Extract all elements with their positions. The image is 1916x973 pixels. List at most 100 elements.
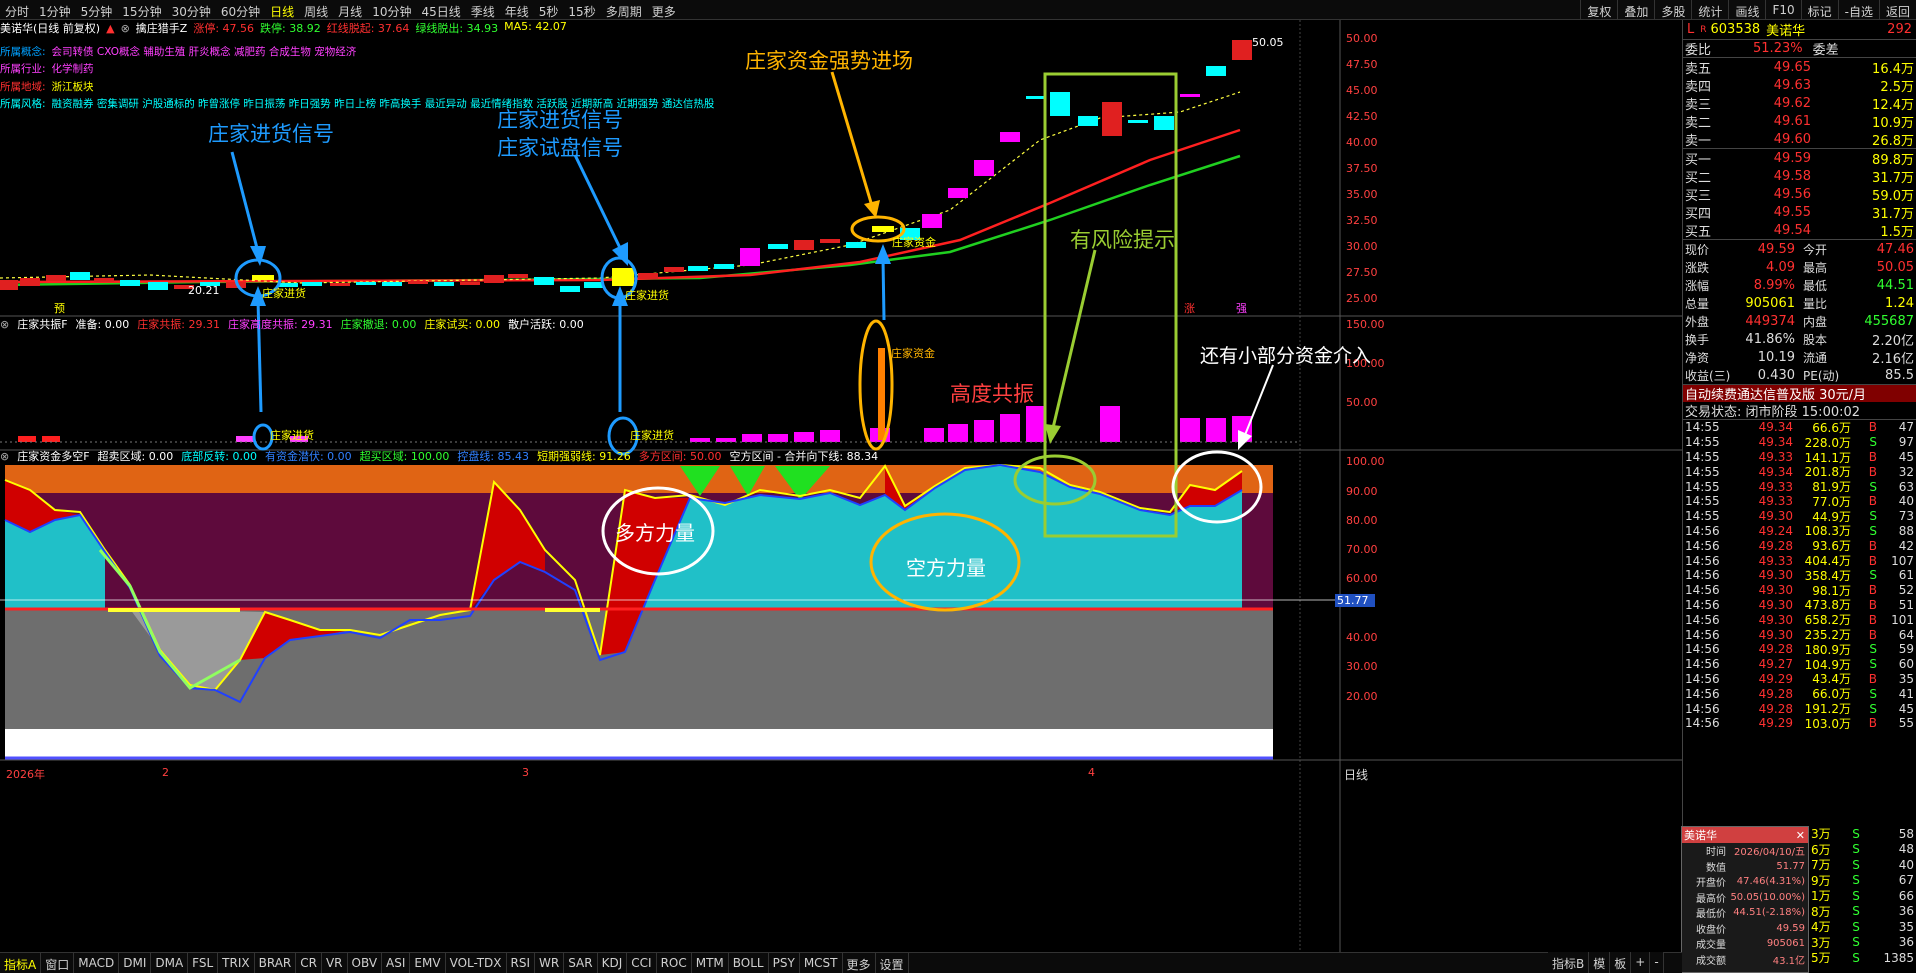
tool-button[interactable]: 统计: [1691, 0, 1728, 20]
promo-banner[interactable]: 自动续费通达信普及版 30元/月: [1683, 384, 1916, 403]
period-tab[interactable]: 周线: [299, 0, 333, 20]
tick-count: 35: [1898, 919, 1914, 934]
signal-label: 庄家进货: [630, 428, 674, 442]
period-tab[interactable]: 年线: [500, 0, 534, 20]
period-tab[interactable]: 15分钟: [117, 0, 166, 20]
chart-area[interactable]: 50.00 47.50 45.00 42.50 40.00 37.50 35.00 32.50…: [0, 20, 1682, 952]
stat-label: 涨幅: [1685, 278, 1710, 293]
tick-price: 49.34: [1758, 420, 1793, 435]
popup-value: 51.77: [1776, 860, 1805, 872]
period-tab[interactable]: 季线: [466, 0, 500, 20]
indicator-tab[interactable]: BRAR: [255, 953, 297, 973]
tool-button[interactable]: 标记: [1800, 0, 1838, 20]
tick-list[interactable]: 14:55 49.34 66.6万 B 47 14:55 49.34 228.0万 S 97 14:…: [1683, 419, 1916, 731]
stat-value: 1.24: [1885, 295, 1914, 311]
period-tab[interactable]: 更多: [647, 0, 681, 20]
period-tab[interactable]: 1分钟: [34, 0, 76, 20]
period-tab[interactable]: 月线: [333, 0, 367, 20]
period-tab[interactable]: 5分钟: [76, 0, 118, 20]
tool-button[interactable]: 返回: [1878, 0, 1916, 20]
indicator-tab[interactable]: TRIX: [218, 953, 255, 973]
indicator-tab[interactable]: MCST: [800, 953, 843, 973]
stat-label: 外盘: [1685, 314, 1710, 329]
period-tab[interactable]: 分时: [0, 0, 34, 20]
indicator-b-tab[interactable]: 模: [1589, 952, 1611, 973]
candle: [974, 160, 994, 176]
tick-tail-row: 4万 S 35: [1811, 919, 1916, 935]
period-tab[interactable]: 30分钟: [167, 0, 216, 20]
period-tab[interactable]: 45日线: [416, 0, 465, 20]
tick-price: 49.28: [1758, 538, 1793, 553]
period-tab[interactable]: 5秒: [534, 0, 564, 20]
indicator-tab[interactable]: CR: [296, 953, 322, 973]
indicator-tab[interactable]: VOL-TDX: [446, 953, 507, 973]
indicator-b-tab[interactable]: 指标B: [1548, 952, 1590, 973]
order-volume: 12.4万: [1872, 97, 1914, 113]
period-tab[interactable]: 多周期: [601, 0, 647, 20]
indicator-tab[interactable]: 窗口: [41, 953, 75, 973]
indicator-tab[interactable]: MACD: [74, 953, 120, 973]
indicator-tab[interactable]: PSY: [769, 953, 800, 973]
indicator-tab[interactable]: ASI: [382, 953, 411, 973]
order-volume: 1.5万: [1880, 224, 1914, 240]
indicator-b-tab[interactable]: +: [1631, 952, 1651, 973]
tick-row: 14:56 49.30 235.2万 B 64: [1683, 627, 1916, 643]
indicator-tab[interactable]: DMI: [119, 953, 152, 973]
indicator-tab[interactable]: BOLL: [729, 953, 769, 973]
indicator-tab[interactable]: 更多: [843, 953, 876, 973]
close-icon[interactable]: ⊗: [0, 450, 9, 463]
indicator-tab[interactable]: RSI: [507, 953, 536, 973]
indicator-b-tab[interactable]: -: [1650, 952, 1664, 973]
indicator-tab[interactable]: EMV: [410, 953, 446, 973]
tool-button[interactable]: 叠加: [1617, 0, 1654, 20]
tick-tail-row: 1万 S 66: [1811, 888, 1916, 904]
indicator-tab[interactable]: VR: [322, 953, 348, 973]
tick-row: 14:56 49.28 93.6万 B 42: [1683, 538, 1916, 554]
popup-value: 2026/04/10/五: [1733, 847, 1805, 859]
stat-value: 4.09: [1766, 259, 1795, 275]
indicator-tab[interactable]: KDJ: [598, 953, 628, 973]
tick-price: 49.33: [1758, 494, 1793, 509]
ask-level: 卖一: [1685, 133, 1712, 149]
order-book-row: 卖一 49.60 26.8万: [1683, 130, 1916, 149]
stat-label: 换手: [1685, 332, 1710, 347]
indicator-tab[interactable]: 指标A: [0, 953, 42, 973]
indicator-tab[interactable]: CCI: [627, 953, 657, 973]
candle: [46, 275, 66, 281]
close-icon[interactable]: ✕: [1796, 829, 1805, 842]
tool-button[interactable]: 复权: [1580, 0, 1617, 20]
tick-count: 101: [1891, 612, 1914, 627]
indicator-tab[interactable]: ROC: [657, 953, 692, 973]
indicator-tab[interactable]: SAR: [564, 953, 598, 973]
indicator-tab[interactable]: DMA: [151, 953, 189, 973]
tick-time: 14:56: [1685, 538, 1720, 553]
tool-button[interactable]: -自选: [1837, 0, 1879, 20]
tick-time: 14:56: [1685, 553, 1720, 568]
capital-longshort-panel: [0, 463, 1340, 760]
tool-button[interactable]: 画线: [1728, 0, 1765, 20]
chart-tools: 复权 叠加 多股 统计 画线 F10 标记 -自选 返回: [1580, 0, 1916, 20]
period-tab[interactable]: 15秒: [563, 0, 600, 20]
tool-button[interactable]: F10: [1765, 0, 1800, 20]
period-tab[interactable]: 10分钟: [367, 0, 416, 20]
candle: [768, 244, 788, 249]
candle: [820, 239, 840, 243]
tick-price: 49.28: [1758, 686, 1793, 701]
tick-side: S: [1869, 686, 1877, 701]
tick-count: 107: [1891, 553, 1914, 568]
indicator-tab[interactable]: FSL: [188, 953, 219, 973]
indicator-tab[interactable]: MTM: [692, 953, 729, 973]
indicator-b-tab[interactable]: 板: [1610, 952, 1632, 973]
close-icon[interactable]: ⊗: [121, 22, 130, 35]
tick-row: 14:55 49.34 66.6万 B 47: [1683, 420, 1916, 435]
period-tab[interactable]: 60分钟: [216, 0, 265, 20]
tool-button[interactable]: 多股: [1654, 0, 1691, 20]
indicator-tabs: 指标A 窗口 MACD DMI DMA FSL TRIX BRAR CR VR OBV ASI EMV V…: [0, 952, 1682, 973]
close-icon[interactable]: ⊗: [0, 318, 9, 331]
tick-time: 14:56: [1685, 568, 1720, 583]
period-tab[interactable]: 日线: [265, 0, 299, 20]
indicator-tab[interactable]: WR: [535, 953, 565, 973]
indicator-tab[interactable]: 设置: [876, 953, 909, 973]
indicator-tab[interactable]: OBV: [348, 953, 383, 973]
tick-volume: 3万: [1811, 935, 1831, 950]
